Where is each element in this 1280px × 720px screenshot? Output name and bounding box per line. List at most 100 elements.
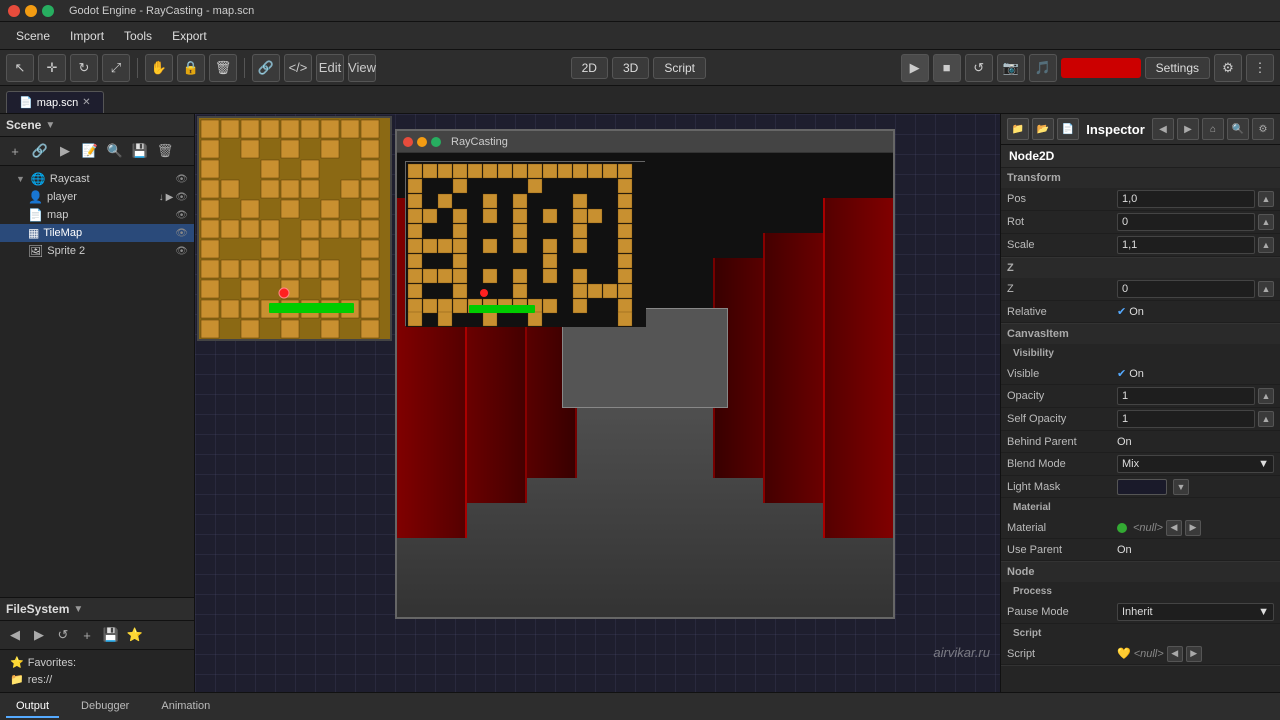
script-next[interactable]: ▶ — [1186, 646, 1202, 662]
camera-button[interactable]: 📷 — [997, 54, 1025, 82]
fs-save-btn[interactable]: 💾 — [100, 624, 122, 646]
settings-icon[interactable]: ⚙ — [1214, 54, 1242, 82]
opacity-spin-up[interactable]: ▲ — [1258, 388, 1274, 404]
blend-mode-dropdown[interactable]: Mix ▼ — [1117, 455, 1274, 473]
folder-icon: 📁 — [10, 673, 24, 686]
self-opacity-input[interactable] — [1117, 410, 1255, 428]
close-button[interactable] — [8, 5, 20, 17]
settings-button[interactable]: Settings — [1145, 57, 1210, 79]
tree-item-sprite2[interactable]: 🖼 Sprite 2 👁 — [0, 242, 194, 260]
rot-input[interactable] — [1117, 213, 1255, 231]
script-prev[interactable]: ◀ — [1167, 646, 1183, 662]
tree-item-tilemap[interactable]: ▦ TileMap 👁 — [0, 224, 194, 242]
pan-tool[interactable]: ✋ — [145, 54, 173, 82]
process-title[interactable]: Process — [1001, 582, 1280, 601]
inspector-folder-btn[interactable]: 📂 — [1032, 118, 1054, 140]
inspector-next-btn[interactable]: ▶ — [1177, 118, 1199, 140]
game-min-btn[interactable] — [417, 137, 427, 147]
scene-script-btn[interactable]: 📝 — [79, 140, 101, 162]
code-tool[interactable]: </> — [284, 54, 312, 82]
scene-delete-btn[interactable]: 🗑 — [154, 140, 176, 162]
menu-import[interactable]: Import — [60, 26, 114, 46]
move-tool[interactable]: ✛ — [38, 54, 66, 82]
pause-mode-dropdown[interactable]: Inherit ▼ — [1117, 603, 1274, 621]
inspector-file-btn[interactable]: 📁 — [1007, 118, 1029, 140]
fs-add-btn[interactable]: + — [76, 624, 98, 646]
scale-spin-up[interactable]: ▲ — [1258, 237, 1274, 253]
z-spin-up[interactable]: ▲ — [1258, 281, 1274, 297]
inspector-script-btn[interactable]: 📄 — [1057, 118, 1079, 140]
fs-star-btn[interactable]: ⭐ — [124, 624, 146, 646]
visibility-icon[interactable]: 👁 — [175, 174, 188, 185]
inspector-search-btn[interactable]: 🔍 — [1227, 118, 1249, 140]
wall-right-1 — [823, 198, 893, 538]
scene-play-btn[interactable]: ▶ — [54, 140, 76, 162]
opacity-input[interactable] — [1117, 387, 1255, 405]
mode-script[interactable]: Script — [653, 57, 706, 79]
light-mask-color[interactable] — [1117, 479, 1167, 495]
maximize-button[interactable] — [42, 5, 54, 17]
fs-forward-btn[interactable]: ▶ — [28, 624, 50, 646]
player-eye-icon[interactable]: 👁 — [175, 192, 188, 203]
sprite2-eye-icon[interactable]: 👁 — [175, 246, 188, 257]
audio-button[interactable]: 🎵 — [1029, 54, 1057, 82]
scale-tool[interactable]: ⤢ — [102, 54, 130, 82]
rotate-tool[interactable]: ↻ — [70, 54, 98, 82]
delete-tool[interactable]: 🗑 — [209, 54, 237, 82]
tab-debugger[interactable]: Debugger — [71, 696, 139, 718]
reload-button[interactable]: ↺ — [965, 54, 993, 82]
self-opacity-spin[interactable]: ▲ — [1258, 411, 1274, 427]
scene-link-btn[interactable]: 🔗 — [29, 140, 51, 162]
map-eye-icon[interactable]: 👁 — [175, 210, 188, 221]
pos-spin-up[interactable]: ▲ — [1258, 191, 1274, 207]
select-tool[interactable]: ↖ — [6, 54, 34, 82]
scale-input[interactable] — [1117, 236, 1255, 254]
material-prev[interactable]: ◀ — [1166, 520, 1182, 536]
rot-spin-up[interactable]: ▲ — [1258, 214, 1274, 230]
view-btn[interactable]: View — [348, 54, 376, 82]
dots-button[interactable]: ⋮ — [1246, 54, 1274, 82]
tree-item-raycast[interactable]: ▼ 🌐 Raycast 👁 — [0, 170, 194, 188]
edit-btn[interactable]: Edit — [316, 54, 344, 82]
light-mask-btn[interactable]: ▼ — [1173, 479, 1189, 495]
z-input[interactable] — [1117, 280, 1255, 298]
inspector-prev-btn[interactable]: ◀ — [1152, 118, 1174, 140]
inspector-gear-btn[interactable]: ⚙ — [1252, 118, 1274, 140]
menu-export[interactable]: Export — [162, 26, 217, 46]
tree-item-player[interactable]: 👤 player ↓ ▶ 👁 — [0, 188, 194, 206]
tab-animation[interactable]: Animation — [151, 696, 220, 718]
tree-item-map[interactable]: 📄 map 👁 — [0, 206, 194, 224]
minimize-button[interactable] — [25, 5, 37, 17]
play-button[interactable]: ▶ — [901, 54, 929, 82]
scene-filter-btn[interactable]: 🔍 — [104, 140, 126, 162]
fs-refresh-btn[interactable]: ↺ — [52, 624, 74, 646]
game-close-btn[interactable] — [403, 137, 413, 147]
tab-output[interactable]: Output — [6, 696, 59, 718]
visibility-title[interactable]: Visibility — [1001, 344, 1280, 363]
tab-close-button[interactable]: ✕ — [82, 97, 90, 108]
tab-map-scn[interactable]: 📄 map.scn ✕ — [6, 91, 104, 113]
pos-input[interactable] — [1117, 190, 1255, 208]
inspector-home-btn[interactable]: ⌂ — [1202, 118, 1224, 140]
fs-res-item[interactable]: 📁 res:// — [6, 671, 188, 688]
menu-tools[interactable]: Tools — [114, 26, 162, 46]
material-title[interactable]: Material — [1001, 498, 1280, 517]
canvasitem-title[interactable]: CanvasItem — [1001, 324, 1280, 344]
transform-section-title[interactable]: Transform — [1001, 168, 1280, 188]
mode-2d[interactable]: 2D — [571, 57, 608, 79]
script-title[interactable]: Script — [1001, 624, 1280, 643]
material-next[interactable]: ▶ — [1185, 520, 1201, 536]
z-section-title[interactable]: Z — [1001, 258, 1280, 278]
menu-scene[interactable]: Scene — [6, 26, 60, 46]
scene-add-btn[interactable]: + — [4, 140, 26, 162]
game-max-btn[interactable] — [431, 137, 441, 147]
stop-button[interactable]: ■ — [933, 54, 961, 82]
link-tool[interactable]: 🔗 — [252, 54, 280, 82]
lock-tool[interactable]: 🔒 — [177, 54, 205, 82]
node-section-title[interactable]: Node — [1001, 562, 1280, 582]
tilemap-eye-icon[interactable]: 👁 — [175, 228, 188, 239]
mode-3d[interactable]: 3D — [612, 57, 649, 79]
scene-save-btn[interactable]: 💾 — [129, 140, 151, 162]
fs-back-btn[interactable]: ◀ — [4, 624, 26, 646]
viewport[interactable]: RayCasting — [195, 114, 1000, 692]
